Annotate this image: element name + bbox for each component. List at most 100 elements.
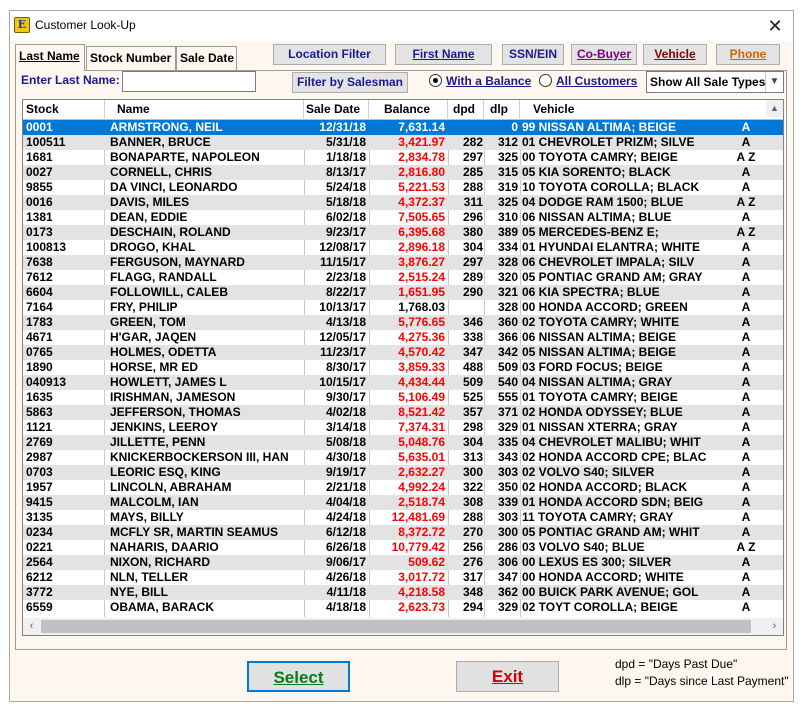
co-buyer-button[interactable]: Co-Buyer	[571, 44, 637, 65]
table-row[interactable]: 0016 DAVIS, MILES 5/18/18 4,372.37 311 325 04 …	[23, 195, 783, 210]
scroll-left-icon[interactable]: ‹	[23, 618, 40, 635]
table-row[interactable]: 1783 GREEN, TOM 4/13/18 5,776.65 346 360 02 TO…	[23, 315, 783, 330]
cell-dpd: 311	[463, 195, 483, 209]
table-row[interactable]: 2564 NIXON, RICHARD 9/06/17 509.62 276 306 00 …	[23, 555, 783, 570]
cell-sale-date: 6/12/18	[325, 525, 366, 539]
table-row[interactable]: 1681 BONAPARTE, NAPOLEON 1/18/18 2,834.78 29…	[23, 150, 783, 165]
cell-balance: 4,218.58	[398, 585, 445, 599]
cell-flags: A	[741, 600, 751, 614]
select-button[interactable]: Select	[247, 661, 350, 692]
cell-name: MAYS, BILLY	[110, 510, 184, 524]
cell-name: HORSE, MR ED	[110, 360, 199, 374]
close-icon[interactable]: ✕	[757, 11, 793, 41]
vehicle-button-label: Vehicle	[654, 47, 696, 61]
chevron-down-icon[interactable]: ▼	[765, 72, 783, 92]
cell-vehicle: 00 HONDA ACCORD; WHITE	[522, 570, 684, 584]
customer-grid[interactable]: Stock Name Sale Date Balance dpd dlp Veh…	[22, 99, 784, 636]
cell-dpd: 296	[462, 210, 483, 224]
table-row[interactable]: 1635 IRISHMAN, JAMESON 9/30/17 5,106.49 525 5…	[23, 390, 783, 405]
cell-name: DAVIS, MILES	[110, 195, 190, 209]
tab-stock-number[interactable]: Stock Number	[86, 46, 176, 70]
table-row[interactable]: 3135 MAYS, BILLY 4/24/18 12,481.69 288 303 11 …	[23, 510, 783, 525]
legend-dlp: dlp = "Days since Last Payment"	[615, 674, 789, 688]
all-customers-radio[interactable]	[539, 74, 552, 87]
with-balance-label[interactable]: With a Balance	[446, 74, 531, 88]
table-row[interactable]: 0234 MCFLY SR, MARTIN SEAMUS 6/12/18 8,372.…	[23, 525, 783, 540]
table-row[interactable]: 2987 KNICKERBOCKERSON III, HAN 4/30/18 5,63…	[23, 450, 783, 465]
table-row[interactable]: 0703 LEORIC ESQ, KING 9/19/17 2,632.27 300 30…	[23, 465, 783, 480]
exit-button[interactable]: Exit	[456, 661, 559, 692]
table-row[interactable]: 7638 FERGUSON, MAYNARD 11/15/17 3,876.27 297…	[23, 255, 783, 270]
table-row[interactable]: 1381 DEAN, EDDIE 6/02/18 7,505.65 296 310 06 N…	[23, 210, 783, 225]
phone-button[interactable]: Phone	[716, 44, 780, 65]
cell-dpd: 288	[462, 180, 483, 194]
cell-vehicle: 02 HONDA ODYSSEY; BLUE	[522, 405, 683, 419]
ssn-ein-button[interactable]: SSN/EIN	[502, 44, 564, 65]
header-balance[interactable]: Balance	[369, 100, 448, 120]
cell-name: FERGUSON, MAYNARD	[110, 255, 245, 269]
table-row[interactable]: 100813 DROGO, KHAL 12/08/17 2,896.18 304 334 0…	[23, 240, 783, 255]
filter-by-salesman-button[interactable]: Filter by Salesman	[292, 72, 408, 93]
table-row[interactable]: 4671 H'GAR, JAQEN 12/05/17 4,275.36 338 366 06…	[23, 330, 783, 345]
horizontal-scrollbar[interactable]: ‹ ›	[23, 618, 783, 635]
cell-balance: 4,372.37	[398, 195, 445, 209]
table-row[interactable]: 100511 BANNER, BRUCE 5/31/18 3,421.97 282 312…	[23, 135, 783, 150]
last-name-input[interactable]	[122, 71, 256, 92]
table-row[interactable]: 5863 JEFFERSON, THOMAS 4/02/18 8,521.42 357 3…	[23, 405, 783, 420]
cell-balance: 1,768.03	[398, 300, 445, 314]
table-row[interactable]: 9855 DA VINCI, LEONARDO 5/24/18 5,221.53 288…	[23, 180, 783, 195]
header-dpd[interactable]: dpd	[448, 100, 484, 120]
table-row[interactable]: 6212 NLN, TELLER 4/26/18 3,017.72 317 347 00 H…	[23, 570, 783, 585]
cell-flags: A	[741, 480, 751, 494]
scroll-thumb[interactable]	[41, 620, 751, 633]
table-row[interactable]: 1890 HORSE, MR ED 8/30/17 3,859.33 488 509 03 …	[23, 360, 783, 375]
cell-name: LINCOLN, ABRAHAM	[110, 480, 232, 494]
table-row[interactable]: 0173 DESCHAIN, ROLAND 9/23/17 6,395.68 380 38…	[23, 225, 783, 240]
table-row[interactable]: 0221 NAHARIS, DAARIO 6/26/18 10,779.42 256 28…	[23, 540, 783, 555]
scroll-right-icon[interactable]: ›	[766, 618, 783, 635]
with-balance-radio[interactable]	[429, 74, 442, 87]
first-name-button-label: First Name	[412, 47, 475, 61]
table-row[interactable]: 2769 JILLETTE, PENN 5/08/18 5,048.76 304 335 0…	[23, 435, 783, 450]
last-name-label: Enter Last Name:	[21, 73, 120, 87]
cell-dpd: 357	[462, 405, 483, 419]
table-row[interactable]: 6604 FOLLOWILL, CALEB 8/22/17 1,651.95 290 32…	[23, 285, 783, 300]
table-row[interactable]: 7164 FRY, PHILIP 10/13/17 1,768.03 328 00 HON…	[23, 300, 783, 315]
header-stock[interactable]: Stock	[26, 100, 105, 120]
cell-dpd: 308	[462, 495, 483, 509]
legend-dpd: dpd = "Days Past Due"	[615, 657, 738, 671]
header-sale-date[interactable]: Sale Date	[304, 100, 369, 120]
tab-sale-date[interactable]: Sale Date	[176, 46, 237, 70]
table-row[interactable]: 040913 HOWLETT, JAMES L 10/15/17 4,434.44 50…	[23, 375, 783, 390]
cell-sale-date: 4/04/18	[325, 495, 366, 509]
table-row[interactable]: 1121 JENKINS, LEEROY 3/14/18 7,374.31 298 329…	[23, 420, 783, 435]
cell-name: BANNER, BRUCE	[110, 135, 211, 149]
cell-sale-date: 4/24/18	[325, 510, 366, 524]
vehicle-button[interactable]: Vehicle	[643, 44, 707, 65]
location-filter-button[interactable]: Location Filter	[273, 44, 386, 65]
table-row[interactable]: 6559 OBAMA, BARACK 4/18/18 2,623.73 294 329 02…	[23, 600, 783, 615]
table-row[interactable]: 0765 HOLMES, ODETTA 11/23/17 4,570.42 347 342…	[23, 345, 783, 360]
tab-last-name[interactable]: Last Name	[15, 44, 85, 71]
table-row[interactable]: 0027 CORNELL, CHRIS 8/13/17 2,816.80 285 315 0…	[23, 165, 783, 180]
all-customers-label[interactable]: All Customers	[556, 74, 637, 88]
table-row[interactable]: 9415 MALCOLM, IAN 4/04/18 2,518.74 308 339 01 …	[23, 495, 783, 510]
table-row[interactable]: 1957 LINCOLN, ABRAHAM 2/21/18 4,992.24 322 35…	[23, 480, 783, 495]
first-name-button[interactable]: First Name	[395, 44, 492, 65]
cell-name: DESCHAIN, ROLAND	[110, 225, 231, 239]
cell-sale-date: 11/23/17	[319, 345, 366, 359]
scroll-up-icon[interactable]: ▲	[766, 100, 783, 117]
header-vehicle[interactable]: Vehicle	[520, 100, 768, 120]
header-name[interactable]: Name	[105, 100, 304, 120]
cell-flags: A	[741, 135, 751, 149]
header-dlp[interactable]: dlp	[484, 100, 520, 120]
cell-vehicle: 01 HONDA ACCORD SDN; BEIG	[522, 495, 704, 509]
sale-type-select[interactable]: Show All Sale Types ▼	[646, 71, 784, 93]
table-row[interactable]: 3772 NYE, BILL 4/11/18 4,218.58 348 362 00 BUI…	[23, 585, 783, 600]
cell-sale-date: 6/26/18	[325, 540, 366, 554]
table-row[interactable]: 0001 ARMSTRONG, NEIL 12/31/18 7,631.14 0 99 N…	[23, 120, 783, 135]
cell-vehicle: 02 TOYT COROLLA; BEIGE	[522, 600, 678, 614]
cell-flags: A	[741, 270, 751, 284]
table-row[interactable]: 7612 FLAGG, RANDALL 2/23/18 2,515.24 289 320 0…	[23, 270, 783, 285]
cell-name: H'GAR, JAQEN	[110, 330, 197, 344]
